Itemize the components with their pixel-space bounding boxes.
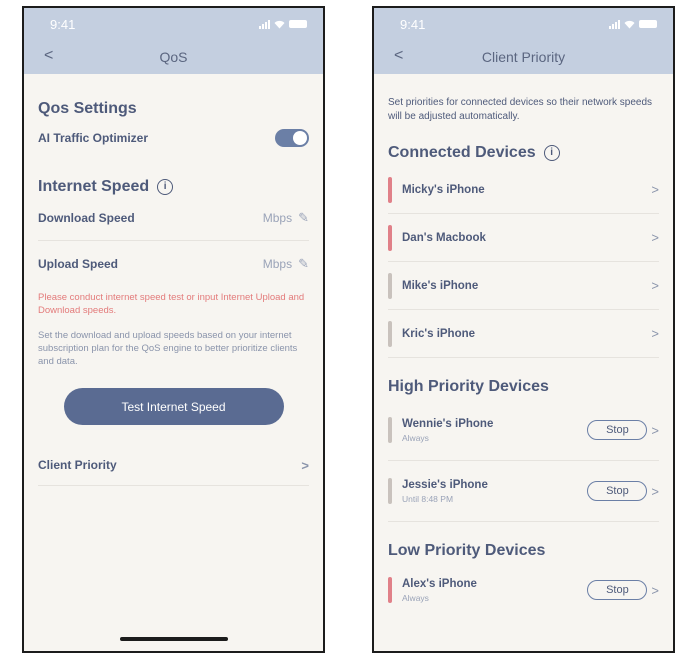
divider (388, 521, 659, 522)
status-icons (609, 19, 657, 29)
device-schedule: Always (402, 432, 429, 443)
device-row[interactable]: Jessie's iPhone Until 8:48 PM Stop > (388, 461, 659, 521)
chevron-right-icon: > (651, 182, 659, 197)
chevron-right-icon: > (651, 278, 659, 293)
nav-bar: < Client Priority (374, 40, 673, 74)
battery-icon (639, 20, 657, 28)
chevron-right-icon: > (651, 422, 659, 438)
device-name: Dan's Macbook (402, 231, 486, 244)
client-priority-row[interactable]: Client Priority > (38, 445, 309, 485)
client-priority-screen: 9:41 < Client Priority Set priorities fo… (372, 6, 675, 653)
chevron-right-icon: > (651, 483, 659, 499)
qos-screen: 9:41 < QoS Qos Settings AI Traffic Optim… (22, 6, 325, 653)
priority-bar (388, 176, 392, 203)
device-schedule: Always (402, 592, 429, 603)
device-name: Micky's iPhone (402, 183, 485, 196)
signal-icon (609, 19, 620, 29)
wifi-icon (624, 20, 635, 28)
device-name: Jessie's iPhone (402, 478, 488, 491)
speed-warning-text: Please conduct internet speed test or in… (38, 292, 305, 316)
edit-download-icon[interactable]: ✎ (298, 210, 309, 226)
test-internet-speed-button[interactable]: Test Internet Speed (63, 388, 284, 425)
connected-devices-title: Connected Devices i (388, 144, 659, 162)
device-row[interactable]: Kric's iPhone > (388, 310, 659, 357)
status-bar: 9:41 (374, 8, 673, 40)
divider (388, 357, 659, 358)
chevron-right-icon: > (301, 457, 309, 473)
priority-bar (388, 478, 392, 504)
chevron-right-icon: > (651, 230, 659, 245)
upload-speed-label: Upload Speed (38, 257, 119, 271)
device-row[interactable]: Mike's iPhone > (388, 262, 659, 309)
toggle-knob (293, 131, 307, 145)
upload-unit: Mbps (262, 257, 293, 271)
edit-upload-icon[interactable]: ✎ (298, 256, 309, 272)
internet-speed-title: Internet Speed i (38, 178, 309, 196)
ai-traffic-optimizer-toggle[interactable] (275, 129, 309, 147)
speed-help-text: Set the download and upload speeds based… (38, 330, 298, 367)
stop-button[interactable]: Stop (587, 580, 648, 600)
device-name: Alex's iPhone (402, 577, 477, 590)
info-icon[interactable]: i (543, 144, 560, 161)
divider (38, 485, 309, 486)
low-priority-title: Low Priority Devices (388, 542, 546, 559)
qos-settings-title: Qos Settings (38, 100, 137, 117)
home-indicator (120, 637, 228, 641)
intro-text: Set priorities for connected devices so … (388, 97, 653, 122)
page-title: QoS (159, 49, 188, 65)
device-name: Mike's iPhone (402, 279, 479, 292)
device-row[interactable]: Wennie's iPhone Always Stop > (388, 400, 659, 460)
signal-icon (259, 19, 270, 29)
stop-button[interactable]: Stop (587, 481, 648, 501)
ai-traffic-optimizer-label: AI Traffic Optimizer (38, 131, 149, 145)
status-time: 9:41 (400, 16, 426, 32)
status-time: 9:41 (50, 16, 76, 32)
internet-speed-label: Internet Speed (38, 178, 150, 195)
priority-bar (388, 417, 392, 443)
info-icon[interactable]: i (157, 178, 174, 195)
status-icons (259, 19, 307, 29)
priority-bar (388, 320, 392, 347)
device-row[interactable]: Micky's iPhone > (388, 166, 659, 213)
back-button[interactable]: < (394, 47, 403, 65)
connected-devices-label: Connected Devices (388, 144, 536, 161)
stop-button[interactable]: Stop (587, 420, 648, 440)
priority-bar (388, 272, 392, 299)
device-row[interactable]: Alex's iPhone Always Stop > (388, 564, 659, 616)
battery-icon (289, 20, 307, 28)
download-unit: Mbps (262, 211, 293, 225)
page-title: Client Priority (481, 49, 566, 65)
nav-bar: < QoS (24, 40, 323, 74)
device-name: Kric's iPhone (402, 327, 476, 340)
download-speed-row[interactable]: Download Speed Mbps ✎ (38, 196, 309, 240)
back-button[interactable]: < (44, 47, 53, 65)
ai-traffic-optimizer-row: AI Traffic Optimizer (38, 120, 309, 156)
device-schedule: Until 8:48 PM (402, 493, 454, 504)
upload-speed-row[interactable]: Upload Speed Mbps ✎ (38, 241, 309, 287)
device-row[interactable]: Dan's Macbook > (388, 214, 659, 261)
status-bar: 9:41 (24, 8, 323, 40)
priority-bar (388, 224, 392, 251)
device-name: Wennie's iPhone (402, 417, 494, 430)
high-priority-title: High Priority Devices (388, 378, 549, 395)
wifi-icon (274, 20, 285, 28)
chevron-right-icon: > (651, 582, 659, 598)
priority-bar (388, 577, 392, 603)
download-speed-label: Download Speed (38, 211, 135, 225)
chevron-right-icon: > (651, 326, 659, 341)
client-priority-label: Client Priority (38, 458, 117, 472)
